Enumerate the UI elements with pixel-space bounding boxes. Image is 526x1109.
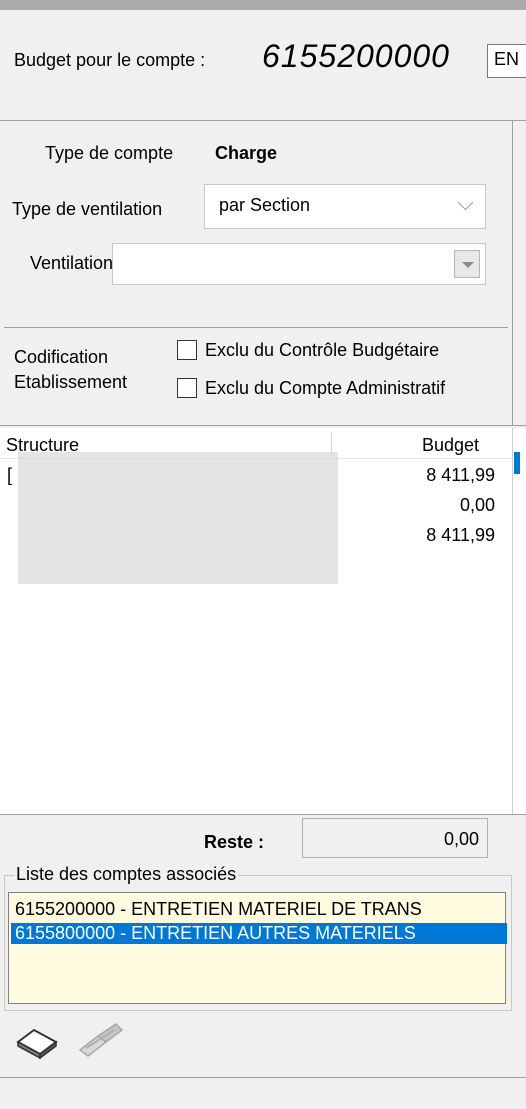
header-separator <box>0 120 526 121</box>
right-panel-selection <box>514 452 520 474</box>
chevron-down-icon <box>457 194 474 211</box>
exclu-controle-budgetaire-checkbox[interactable] <box>177 340 197 360</box>
reste-field: 0,00 <box>302 818 488 858</box>
codification-label-line2: Etablissement <box>14 372 128 392</box>
reste-value: 0,00 <box>443 829 479 849</box>
type-ventilation-select[interactable]: par Section <box>204 184 486 229</box>
account-number: 6155200000 <box>262 38 450 74</box>
account-name-field[interactable]: EN <box>487 44 526 78</box>
right-panel-separator <box>512 120 513 425</box>
caret-down-icon <box>462 262 474 268</box>
table-row-budget: 0,00 <box>459 495 495 515</box>
reste-separator <box>0 814 526 815</box>
reste-label: Reste : <box>204 832 265 852</box>
list-item-selected[interactable]: 6155800000 - ENTRETIEN AUTRES MATERIELS <box>11 923 507 944</box>
footer-separator <box>0 1077 526 1078</box>
right-side-panel <box>512 428 526 814</box>
column-header-budget[interactable]: Budget <box>422 435 479 456</box>
list-item[interactable]: 6155200000 - ENTRETIEN MATERIEL DE TRANS <box>11 899 507 920</box>
column-divider[interactable] <box>331 432 332 454</box>
type-compte-label: Type de compte <box>45 143 174 163</box>
table-row-budget: 8 411,99 <box>426 525 495 545</box>
exclu-compte-administratif-label: Exclu du Compte Administratif <box>205 378 446 398</box>
table-row-budget: 8 411,99 <box>426 465 495 485</box>
associated-accounts-list[interactable]: 6155200000 - ENTRETIEN MATERIEL DE TRANS… <box>8 892 507 1004</box>
grid-top-separator <box>0 425 526 426</box>
top-border <box>0 0 526 10</box>
type-compte-value: Charge <box>215 143 278 163</box>
type-ventilation-label: Type de ventilation <box>12 199 163 219</box>
associated-accounts-legend: Liste des comptes associés <box>14 864 239 885</box>
table-row-structure: [ <box>7 465 13 485</box>
redacted-structure-block <box>18 452 338 584</box>
ventilation-label: Ventilation <box>30 253 114 273</box>
edit-disabled-icon <box>76 1020 126 1060</box>
type-ventilation-value: par Section <box>219 195 311 215</box>
ventilation-select[interactable] <box>112 243 486 285</box>
codification-label-line1: Codification <box>14 347 109 367</box>
exclu-controle-budgetaire-label: Exclu du Contrôle Budgétaire <box>205 340 440 360</box>
eraser-icon[interactable] <box>16 1026 60 1060</box>
dropdown-button[interactable] <box>454 250 480 278</box>
exclu-compte-administratif-checkbox[interactable] <box>177 378 197 398</box>
budget-account-label: Budget pour le compte : <box>14 50 206 70</box>
